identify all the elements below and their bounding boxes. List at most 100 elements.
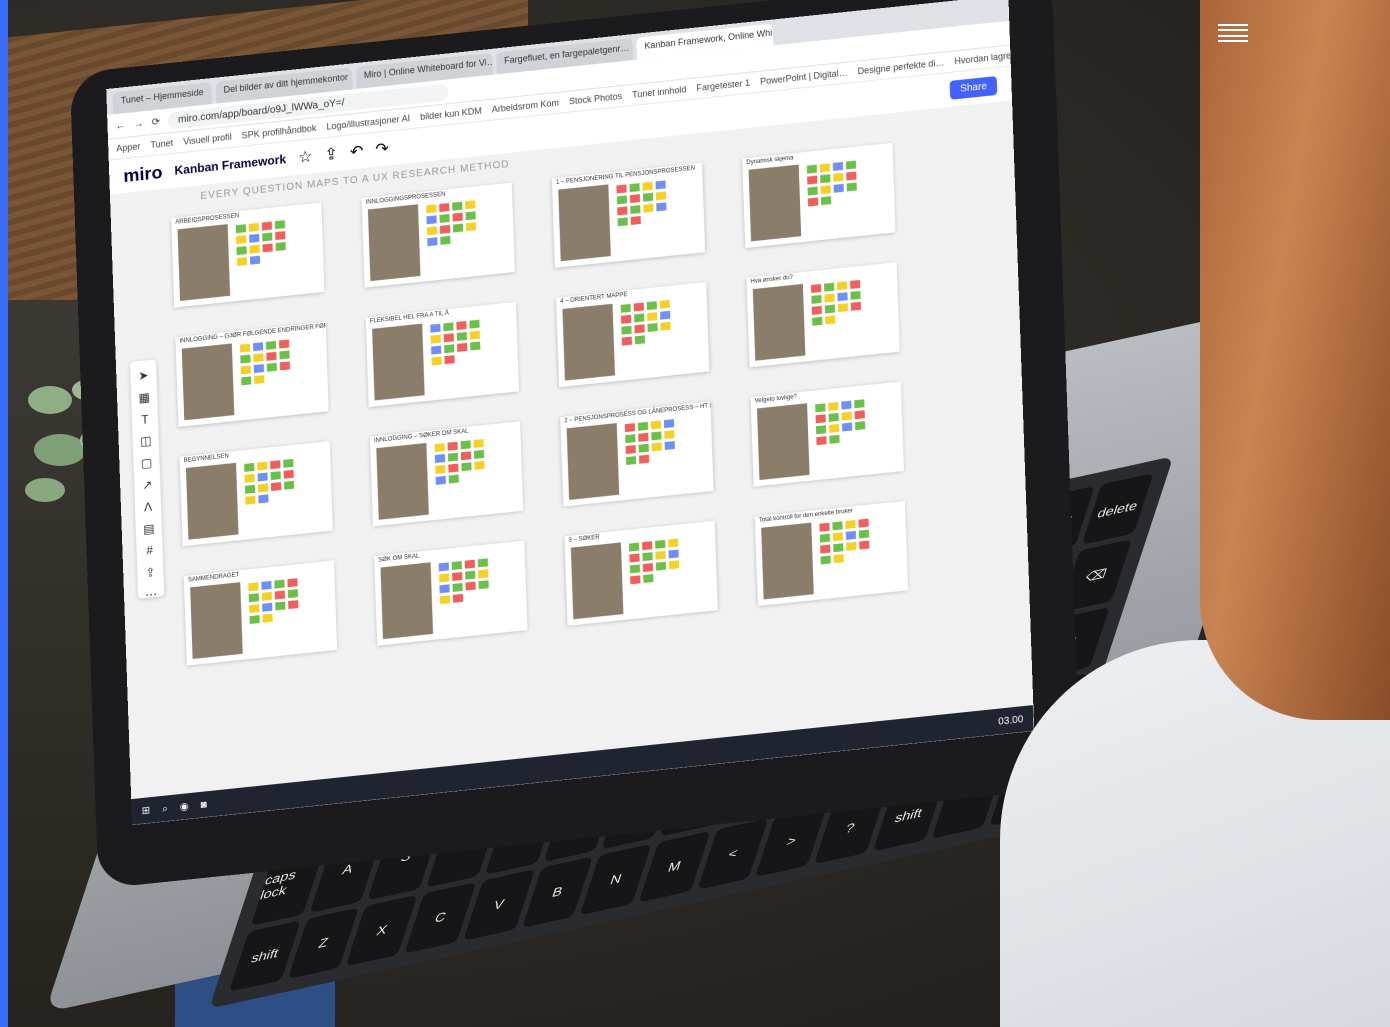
board-title[interactable]: Kanban Framework [174, 152, 286, 178]
sticky-note[interactable] [819, 163, 831, 173]
sticky-note[interactable] [278, 339, 290, 349]
board-frame[interactable]: Velgeto lovlige? [750, 381, 904, 487]
frame-icon[interactable]: # [146, 543, 153, 558]
sticky-note[interactable] [828, 423, 840, 433]
sticky-note[interactable] [850, 301, 862, 311]
sticky-note[interactable] [807, 175, 818, 185]
forward-icon[interactable]: → [133, 118, 143, 130]
bookmark-item[interactable]: Stock Photos [569, 91, 622, 106]
sticky-note[interactable] [845, 519, 856, 529]
sticky-note[interactable] [439, 584, 450, 594]
sticky-note[interactable] [240, 354, 251, 364]
sticky-note[interactable] [811, 305, 823, 315]
sticky-note[interactable] [820, 196, 832, 206]
sticky-note[interactable] [465, 570, 476, 580]
sticky-note[interactable] [434, 443, 445, 453]
sticky-note[interactable] [465, 222, 477, 232]
sticky-note[interactable] [452, 571, 463, 581]
sticky-note[interactable] [625, 445, 636, 455]
sticky-note[interactable] [275, 231, 286, 241]
sticky-note[interactable] [846, 171, 857, 181]
sticky-note[interactable] [469, 330, 481, 340]
sticky-note[interactable] [248, 222, 260, 232]
board-frame[interactable]: ARBEIDSPROSESSEN [171, 202, 325, 308]
sticky-note[interactable] [655, 539, 666, 549]
bookmark-item[interactable]: Fargetester 1 [696, 78, 750, 94]
sticky-note[interactable] [617, 217, 628, 227]
sticky-note[interactable] [660, 310, 671, 320]
sticky-note[interactable] [637, 421, 649, 431]
comment-icon[interactable]: ▤ [143, 521, 155, 536]
sticky-note[interactable] [465, 200, 476, 210]
sticky-note[interactable] [642, 552, 653, 562]
bookmark-item[interactable]: Tunet innhold [632, 84, 687, 100]
sticky-note[interactable] [279, 361, 291, 371]
sticky-note[interactable] [457, 342, 468, 352]
sticky-note[interactable] [438, 562, 449, 572]
sticky-note[interactable] [819, 533, 831, 543]
sticky-note[interactable] [465, 581, 476, 591]
sticky-note[interactable] [846, 541, 857, 551]
sticky-note[interactable] [621, 325, 632, 335]
board-frame[interactable]: INNLOGGING – SØKER OM SKAL [369, 421, 524, 527]
windows-start-icon[interactable]: ⊞ [141, 805, 150, 817]
sticky-note[interactable] [262, 613, 273, 623]
sticky-note[interactable] [858, 518, 869, 528]
sticky-note[interactable] [643, 574, 654, 584]
sticky-note[interactable] [638, 443, 649, 453]
sticky-note[interactable] [806, 164, 818, 174]
sticky-note[interactable] [825, 315, 836, 325]
sticky-note[interactable] [452, 212, 463, 222]
sticky-note[interactable] [859, 540, 870, 550]
sticky-note[interactable] [431, 345, 442, 355]
sticky-note[interactable] [634, 313, 645, 323]
sticky-note[interactable] [474, 460, 485, 470]
sticky-note[interactable] [820, 544, 831, 554]
sticky-note[interactable] [833, 543, 844, 553]
sticky-note[interactable] [815, 425, 827, 435]
sticky-note[interactable] [248, 593, 259, 603]
sticky-note[interactable] [254, 375, 265, 385]
bookmark-item[interactable]: SPK profilhåndbok [242, 123, 317, 141]
sticky-note[interactable] [274, 590, 286, 600]
sticky-note[interactable] [452, 593, 464, 603]
sticky-note[interactable] [841, 411, 852, 421]
sticky-note[interactable] [820, 185, 831, 195]
share-button[interactable]: Share [949, 75, 998, 100]
sticky-note[interactable] [815, 403, 826, 413]
sticky-note[interactable] [478, 569, 489, 579]
sticky-note[interactable] [288, 600, 299, 610]
board-frame[interactable]: Hva ønsker du? [746, 262, 900, 368]
sticky-note[interactable] [651, 442, 662, 452]
shape-icon[interactable]: ▢ [141, 456, 153, 471]
sticky-note[interactable] [664, 441, 675, 451]
star-icon[interactable]: ☆ [298, 146, 313, 167]
board-frame[interactable]: 4 – ORIENTERT MAPPE [555, 281, 710, 388]
sticky-note[interactable] [655, 550, 666, 560]
sticky-note[interactable] [629, 183, 640, 193]
reload-icon[interactable]: ⟳ [151, 116, 160, 128]
sticky-note[interactable] [837, 303, 849, 313]
miro-canvas[interactable]: EVERY QUESTION MAPS TO A UX RESEARCH MET… [110, 100, 1033, 791]
sticky-note[interactable] [460, 451, 472, 461]
sticky-note[interactable] [257, 472, 268, 482]
sticky-note[interactable] [634, 324, 645, 334]
sticky-note[interactable] [668, 538, 679, 548]
sticky-note[interactable] [435, 475, 446, 485]
sticky-note[interactable] [660, 321, 671, 331]
sticky-note[interactable] [824, 293, 835, 303]
sticky-note[interactable] [248, 582, 259, 592]
sticky-note[interactable] [456, 321, 467, 331]
sticky-note[interactable] [629, 553, 640, 563]
sticky-note[interactable] [655, 180, 666, 190]
connector-icon[interactable]: ↗ [142, 478, 153, 493]
sticky-note[interactable] [239, 343, 251, 353]
sticky-note[interactable] [629, 194, 641, 204]
sticky-note[interactable] [625, 456, 637, 466]
template-icon[interactable]: ▦ [138, 390, 150, 405]
sticky-note[interactable] [465, 211, 476, 221]
sticky-note[interactable] [262, 232, 273, 242]
sticky-note[interactable] [625, 434, 636, 444]
board-frame[interactable]: Dynamisk skjema [742, 142, 896, 248]
sticky-note[interactable] [664, 430, 675, 440]
